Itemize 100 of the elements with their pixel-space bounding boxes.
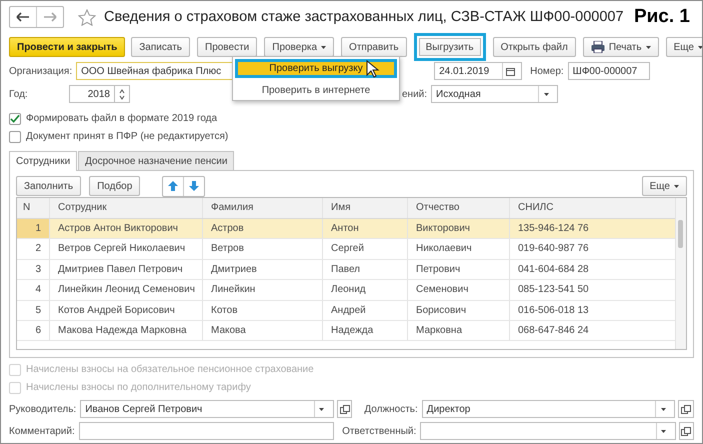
caret-icon: [321, 46, 326, 48]
down-arrow-icon: [189, 181, 200, 191]
column-header[interactable]: Сотрудник: [50, 198, 203, 218]
table-cell: Линейкин Леонид Семенович: [50, 280, 203, 300]
table-cell: Макова: [203, 320, 323, 340]
mouse-pointer-icon: [366, 60, 380, 78]
table-cell: Павел: [323, 260, 408, 280]
checkbox-label: Начислены взносы по дополнительному тарифу: [26, 382, 251, 393]
info-type-select[interactable]: Исходная: [431, 85, 558, 103]
menu-button[interactable]: Проверка: [264, 37, 334, 57]
table-cell: Астров Антон Викторович: [50, 219, 203, 238]
year-field[interactable]: 2018: [69, 85, 115, 103]
table-cell: Надежда: [323, 320, 408, 340]
table-cell: Петрович: [408, 260, 510, 280]
tab[interactable]: Сотрудники: [9, 151, 78, 171]
caret-icon: [544, 92, 549, 96]
tab[interactable]: Досрочное назначение пенсии: [78, 151, 234, 170]
open-button[interactable]: [336, 400, 352, 418]
field-label: Ответственный:: [342, 426, 416, 436]
open-button[interactable]: [678, 400, 694, 418]
menu-button[interactable]: Еще: [666, 37, 702, 57]
table-cell: 5: [17, 300, 50, 320]
table-cell: Викторович: [408, 219, 510, 238]
table-row[interactable]: 5 Котов Андрей Борисович Котов Андрей Борисович 016-506-018 13: [17, 300, 676, 321]
caret-icon: [660, 408, 666, 410]
checkbox[interactable]: [9, 130, 21, 142]
table-cell: Линейкин: [203, 280, 323, 300]
table-cell: Астров: [203, 219, 323, 238]
table-cell: 4: [17, 280, 50, 300]
printer-icon: [590, 41, 605, 53]
select-field[interactable]: Иванов Сергей Петрович: [80, 400, 334, 418]
checkbox-label: Начислены взносы на обязательное пенсионное страхование: [26, 364, 314, 375]
table-row[interactable]: 3 Дмитриев Павел Петрович Дмитриев Павел Петрович 041-604-684 28: [17, 260, 676, 280]
toolbar-button[interactable]: Отправить: [341, 37, 407, 57]
table-row[interactable]: 6 Макова Надежда Марковна Макова Надежда Марковна 068-647-846 24: [17, 320, 676, 342]
toolbar-button[interactable]: Провести: [197, 37, 258, 57]
caret-icon: [646, 46, 651, 48]
toolbar-button[interactable]: Выгрузить: [414, 33, 486, 61]
table-cell: Антон: [323, 219, 408, 238]
field-label: ений:: [402, 88, 428, 100]
table-cell: Ветров Сергей Николаевич: [50, 239, 203, 259]
table-cell: Ветров: [203, 239, 323, 259]
table-cell: Борисович: [408, 300, 510, 320]
menu-item[interactable]: Проверить выгрузку: [235, 59, 397, 78]
table-cell: Макова Надежда Марковна: [50, 320, 203, 340]
open-icon: [681, 426, 692, 436]
caret-icon: [698, 46, 702, 48]
menu-item[interactable]: Проверить в интернете: [235, 81, 397, 100]
table-cell: 1: [17, 219, 50, 238]
input-field[interactable]: [78, 422, 334, 440]
select-field[interactable]: [420, 422, 676, 440]
column-header[interactable]: Отчество: [408, 198, 510, 218]
table-cell: Андрей: [323, 300, 408, 320]
table-cell: Котов Андрей Борисович: [50, 300, 203, 320]
table-row[interactable]: 4 Линейкин Леонид Семенович Линейкин Леонид Семенович 085-123-541 50: [17, 280, 676, 301]
field-label: Руководитель:: [9, 404, 76, 414]
window-title: Сведения о страховом стаже застрахованных лиц, СЗВ-СТАЖ ШФ00-000007: [104, 9, 624, 25]
figure-label: Рис. 1: [634, 6, 691, 28]
caret-icon: [661, 430, 666, 432]
open-icon: [340, 404, 350, 414]
field-label: Комментарий:: [9, 426, 75, 436]
star-icon[interactable]: [78, 8, 96, 26]
number-field[interactable]: ШФ00-000007: [568, 62, 650, 80]
forward-arrow-icon: [43, 12, 57, 22]
field-label: Номер:: [530, 66, 564, 76]
toolbar-button[interactable]: Заполнить: [16, 176, 82, 196]
table-cell: 3: [17, 260, 50, 280]
table-row[interactable]: 1 Астров Антон Викторович Астров Антон Викторович 135-946-124 76: [17, 219, 676, 240]
checkbox-label: Документ принят в ПФР (не редактируется): [26, 131, 228, 142]
checkbox[interactable]: [9, 112, 21, 124]
table-cell: Дмитриев Павел Петрович: [50, 260, 203, 280]
up-arrow-icon: [168, 181, 178, 191]
table-cell: Сергей: [323, 239, 408, 259]
table-cell: Леонид: [323, 280, 408, 300]
open-icon: [681, 404, 692, 414]
date-field[interactable]: 24.01.2019: [434, 62, 522, 80]
field-label: Должность:: [364, 404, 418, 414]
table-cell: Николаевич: [408, 239, 510, 259]
back-arrow-icon: [16, 12, 30, 22]
open-button[interactable]: [678, 422, 694, 440]
table-cell: Дмитриев: [203, 260, 323, 280]
spinner-icon[interactable]: [119, 88, 125, 100]
field-label: Организация:: [9, 66, 72, 76]
scrollbar[interactable]: [675, 198, 686, 349]
toolbar-button[interactable]: Записать: [131, 37, 190, 57]
column-header[interactable]: Фамилия: [203, 198, 323, 218]
toolbar-button[interactable]: Открыть файл: [492, 37, 576, 57]
calendar-icon[interactable]: [506, 66, 515, 76]
select-field[interactable]: Директор: [422, 400, 676, 418]
toolbar-button[interactable]: Подбор: [89, 176, 140, 196]
post-and-close-button[interactable]: Провести и закрыть: [9, 37, 126, 57]
table-cell: Семенович: [408, 280, 510, 300]
caret-icon: [319, 408, 324, 410]
caret-icon: [674, 184, 679, 188]
column-header[interactable]: N: [17, 198, 50, 218]
print-button[interactable]: Печать: [582, 37, 659, 57]
table-row[interactable]: 2 Ветров Сергей Николаевич Ветров Сергей Николаевич 019-640-987 76: [17, 239, 676, 260]
column-header[interactable]: Имя: [323, 198, 408, 218]
field-label: Год:: [9, 88, 29, 100]
more-button[interactable]: Еще: [642, 176, 687, 196]
